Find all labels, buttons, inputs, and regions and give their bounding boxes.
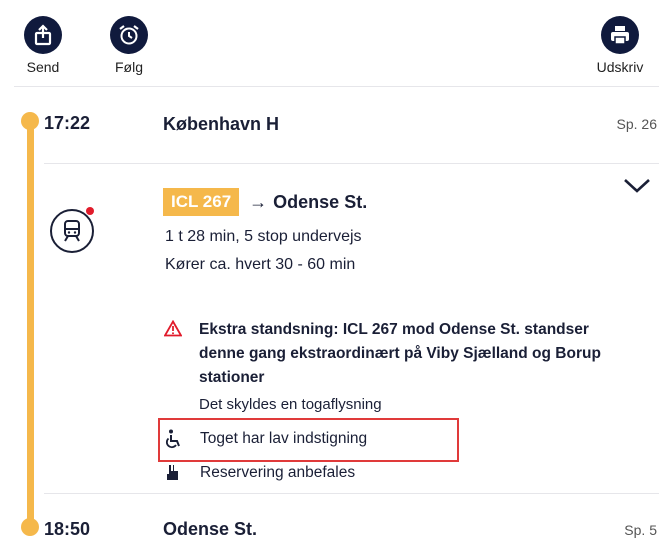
arrival-dot: [21, 518, 39, 536]
print-button[interactable]: Udskriv: [587, 16, 653, 75]
send-button[interactable]: Send: [18, 16, 68, 75]
timeline-line: [27, 120, 34, 530]
toolbar: Send Følg Udskriv: [0, 0, 659, 86]
alarm-clock-icon: [110, 16, 148, 54]
reservation-text: Reservering anbefales: [200, 464, 356, 481]
printer-icon: [601, 16, 639, 54]
follow-label: Følg: [115, 59, 143, 75]
divider: [44, 163, 659, 164]
print-label: Udskriv: [596, 59, 644, 75]
train-badge: ICL 267: [163, 188, 240, 216]
arrival-station: Odense St.: [163, 519, 258, 539]
notice-text: Ekstra standsning: ICL 267 mod Odense St…: [199, 321, 601, 386]
arrival-track: Sp. 5: [624, 522, 657, 538]
arrow: →: [249, 191, 268, 212]
divider: [44, 493, 659, 494]
divider: [14, 86, 659, 87]
arrival-time: 18:50: [44, 519, 91, 539]
notice-reason: Det skyldes en togaflysning: [199, 396, 382, 413]
warning-icon: [163, 319, 183, 342]
train-icon: [50, 209, 94, 253]
highlight-box: [158, 418, 459, 462]
leg-header: ICL 267 → Odense St.: [163, 188, 367, 216]
alert-dot: [86, 207, 94, 215]
leg-duration: 1 t 28 min, 5 stop undervejs: [165, 228, 362, 245]
follow-button[interactable]: Følg: [104, 16, 154, 75]
reservation-icon: [162, 462, 184, 484]
chevron-down-icon[interactable]: [622, 176, 652, 196]
departure-station: København H: [163, 114, 280, 134]
share-icon: [24, 16, 62, 54]
leg-destination: Odense St.: [273, 191, 368, 212]
leg-frequency: Kører ca. hvert 30 - 60 min: [165, 256, 356, 273]
departure-dot: [21, 112, 39, 130]
departure-time: 17:22: [44, 113, 91, 133]
reservation-row: Reservering anbefales: [162, 462, 355, 484]
send-label: Send: [26, 59, 60, 75]
departure-track: Sp. 26: [616, 116, 657, 132]
